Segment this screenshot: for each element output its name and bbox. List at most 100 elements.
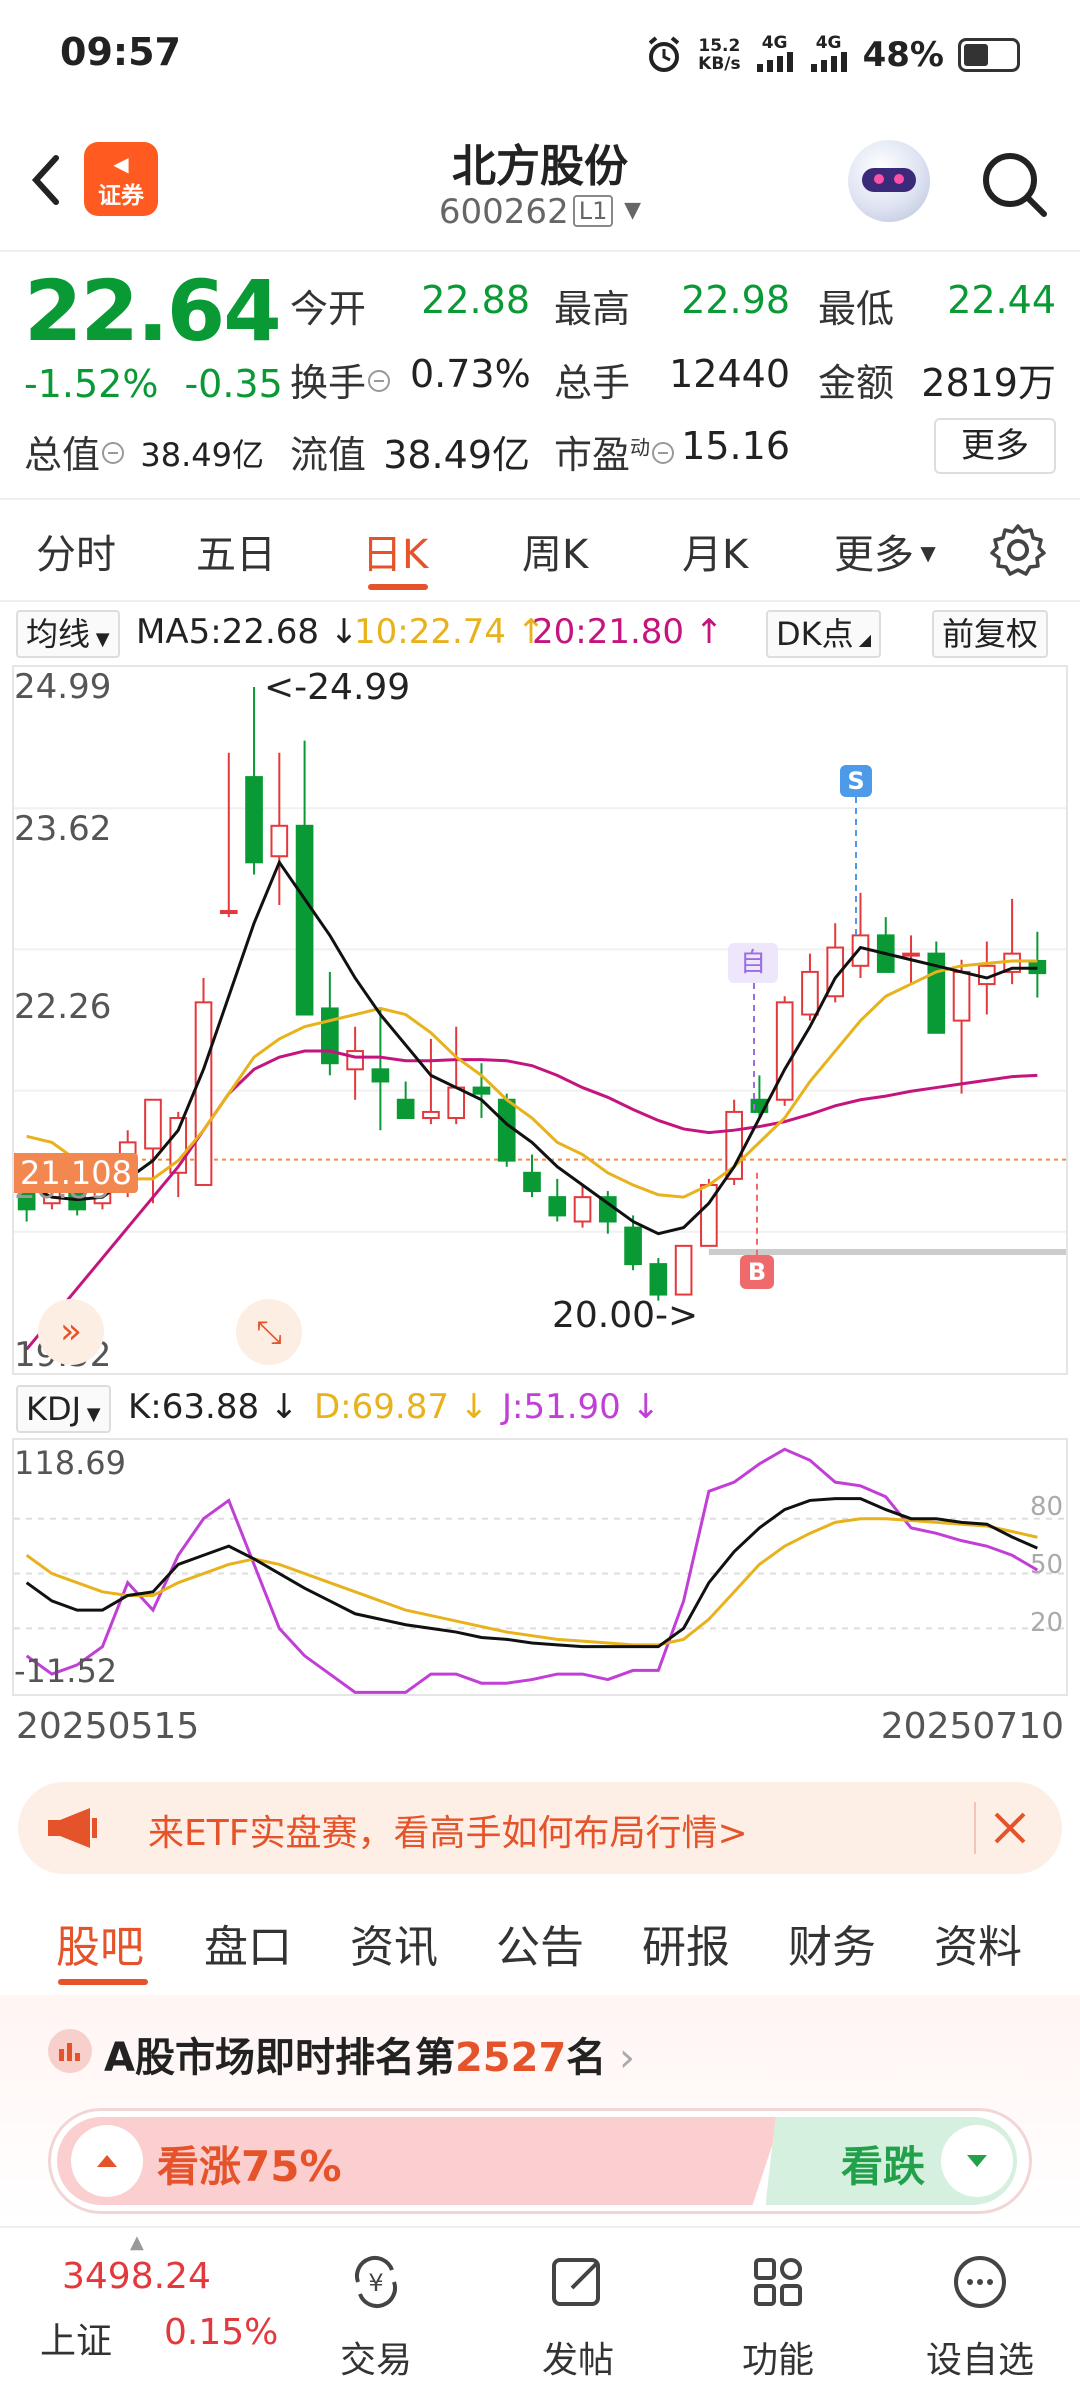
nav-post[interactable]: 发帖: [508, 2250, 648, 2383]
tab-underline: [58, 1979, 148, 1985]
battery-icon: [958, 38, 1020, 72]
ranking-section: A股市场即时排名第2527名 › 看涨75% 看跌: [0, 1995, 1080, 2225]
fullscreen-icon[interactable]: ⤡: [236, 1299, 302, 1365]
candle-body: [422, 1110, 440, 1120]
sell-signal-badge[interactable]: S: [840, 765, 872, 797]
indicator-selector[interactable]: 均线 ▼: [16, 610, 120, 658]
candle-body: [851, 934, 870, 967]
ma20-label: 20:21.80 ↑: [532, 612, 724, 652]
close-icon[interactable]: [990, 1808, 1030, 1848]
price-change: -1.52% -0.35: [24, 362, 283, 406]
float-label: 流值: [290, 433, 367, 477]
kline-chart[interactable]: 24.99 23.62 22.26 20.89 19.52 21.108 <-2…: [12, 665, 1068, 1375]
tab-research[interactable]: 研报: [642, 1911, 730, 1975]
dk-button[interactable]: DK点 ◢: [766, 610, 882, 658]
tab-pankou[interactable]: 盘口: [204, 1911, 292, 1975]
gear-icon[interactable]: [990, 522, 1046, 578]
start-date: 20250515: [16, 1706, 200, 1747]
caret-down-icon: ▼: [914, 541, 936, 565]
alarm-icon: [648, 36, 680, 72]
tab-profile[interactable]: 资料: [934, 1911, 1022, 1975]
tab-monthly-k[interactable]: 月K: [682, 522, 748, 580]
tab-news[interactable]: 资讯: [350, 1911, 438, 1975]
high-annotation: <-24.99: [264, 667, 411, 708]
candle-body: [472, 1086, 491, 1095]
kline-svg: [14, 687, 1066, 1351]
adjust-button[interactable]: 前复权: [932, 610, 1049, 658]
candle-body: [573, 1196, 592, 1223]
index-change[interactable]: 0.15%: [164, 2312, 278, 2353]
nav-functions[interactable]: 功能: [708, 2250, 848, 2383]
vote-down-label[interactable]: 看跌: [841, 2133, 925, 2194]
kdj-k-label: K:63.88 ↓: [128, 1387, 299, 1427]
date-axis: 20250515 20250710: [16, 1706, 1064, 1747]
search-icon[interactable]: [978, 148, 1050, 220]
turnover-label: 换手: [290, 352, 391, 407]
tab-five-day[interactable]: 五日: [196, 522, 276, 580]
content-tabs: 股吧 盘口 资讯 公告 研报 财务 资料: [0, 1895, 1080, 1990]
status-bar: 09:57 15.2 KB/s 4G 4G 48%: [0, 0, 1080, 110]
info-icon: [652, 442, 675, 464]
kdj-d-label: D:69.87 ↓: [314, 1387, 489, 1427]
buy-signal-badge[interactable]: B: [740, 1255, 774, 1289]
stock-code: 600262: [438, 192, 569, 232]
candle-body: [775, 1001, 794, 1101]
candle-body: [346, 1050, 364, 1071]
robot-assistant-icon[interactable]: [848, 140, 930, 222]
tab-guba[interactable]: 股吧: [56, 1911, 144, 1975]
kdj-svg: [14, 1447, 1066, 1694]
kdj-selector[interactable]: KDJ ▼: [16, 1385, 111, 1433]
vote-up-button[interactable]: [71, 2125, 143, 2197]
ad-banner[interactable]: 来ETF实盘赛，看高手如何布局行情>: [18, 1782, 1062, 1874]
tab-daily-k[interactable]: 日K: [362, 522, 428, 580]
self-select-badge[interactable]: 自: [728, 943, 778, 983]
tab-intraday[interactable]: 分时: [36, 522, 116, 580]
vote-up-label[interactable]: 看涨75%: [157, 2133, 342, 2194]
kdj-j-line: [25, 1447, 1039, 1694]
pe-value: 15.16: [681, 424, 790, 468]
tab-more[interactable]: 更多 ▼: [834, 522, 936, 580]
battery-percent: 48%: [862, 35, 944, 75]
index-name[interactable]: 上证: [40, 2312, 112, 2364]
ma-legend-row: 均线 ▼ MA5:22.68 ↓ 10:22.74 ↑ 20:21.80 ↑ D…: [12, 608, 1068, 662]
more-button[interactable]: 更多: [934, 418, 1056, 474]
candle-body: [245, 776, 263, 864]
info-icon: [102, 442, 125, 464]
candle-body: [952, 970, 971, 1022]
candle-body: [447, 1086, 466, 1120]
nav-trade[interactable]: ¥ 交易: [306, 2250, 446, 2383]
more-dots-icon: [954, 2256, 1006, 2308]
vote-bar: 看涨75% 看跌: [48, 2108, 1032, 2214]
amount-label: 金额: [818, 361, 895, 405]
index-value[interactable]: 3498.24: [62, 2256, 211, 2297]
pe-label: 市盈动: [554, 424, 675, 479]
tab-finance[interactable]: 财务: [788, 1911, 876, 1975]
chevron-right-icon: ›: [606, 2035, 636, 2081]
candle-body: [801, 970, 819, 1016]
kdj-d-line: [25, 1517, 1038, 1647]
amount-value: 2819万: [921, 361, 1056, 405]
kdj-chart[interactable]: 118.69 -11.52 80 50 20: [12, 1438, 1068, 1696]
signal-bars-icon: [756, 52, 793, 72]
tab-announcements[interactable]: 公告: [496, 1911, 584, 1975]
net-speed: 15.2 KB/s: [698, 36, 741, 74]
vote-down-button[interactable]: [941, 2125, 1013, 2197]
tab-weekly-k[interactable]: 周K: [522, 522, 588, 580]
bottom-nav: ▲ 3498.24 上证 0.15% ¥ 交易 发帖 功能 设自选: [0, 2226, 1080, 2400]
ad-text: 来ETF实盘赛，看高手如何布局行情>: [148, 1813, 748, 1854]
ranking-text[interactable]: A股市场即时排名第2527名 ›: [104, 2025, 635, 2083]
candle-body: [902, 952, 920, 957]
candle-body: [371, 1068, 390, 1083]
home-indicator: [120, 2393, 960, 2399]
signal-bars-icon: [810, 52, 847, 72]
candle-body: [548, 1196, 567, 1217]
candle-body: [219, 910, 238, 915]
candle-body: [624, 1226, 642, 1266]
tab-underline: [368, 584, 428, 590]
volume-label: 总手: [554, 361, 631, 405]
open-label: 今开: [290, 287, 367, 331]
status-icons: 15.2 KB/s 4G 4G 48%: [644, 30, 1020, 80]
caret-up-icon: ▲: [130, 2232, 144, 2253]
nav-add-watchlist[interactable]: 设自选: [910, 2250, 1050, 2383]
expand-left-icon[interactable]: »: [38, 1299, 104, 1365]
